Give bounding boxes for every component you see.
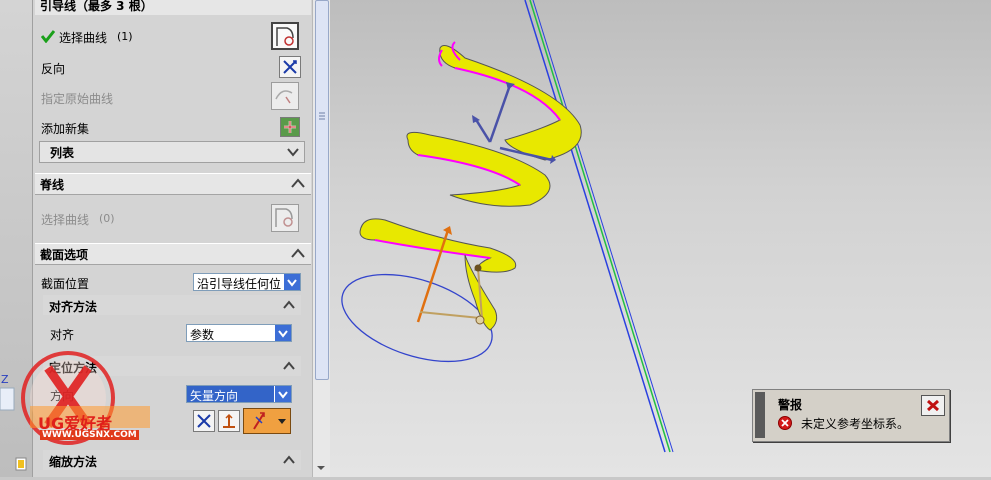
watermark-stamp-icon [21, 351, 150, 445]
check-icon [41, 30, 55, 43]
align-select[interactable]: 参数 [186, 324, 292, 342]
vector-reverse-button[interactable] [193, 410, 215, 432]
align-method-header[interactable]: 对齐方法 [43, 295, 301, 315]
chevron-up-icon [291, 178, 305, 188]
scroll-down-icon[interactable] [316, 463, 326, 473]
helix-ribbon [359, 41, 582, 331]
watermark-logo: UG爱好者 WWW.UGSNX.COM [0, 350, 190, 460]
section-position-select[interactable]: 沿引导线任何位 [193, 273, 301, 291]
origin-curve-icon [275, 90, 293, 104]
align-value: 参数 [190, 328, 215, 342]
chevron-up-icon [283, 455, 295, 464]
section-position-value: 沿引导线任何位 [197, 277, 282, 291]
align-label: 对齐 [50, 328, 75, 342]
curve-select-icon [275, 208, 293, 227]
chevron-down-icon [283, 274, 300, 290]
specify-origin-curve-button[interactable] [271, 82, 299, 110]
vector-constructor-dropdown[interactable] [243, 408, 291, 434]
guide-select-curve-count: (1) [117, 30, 133, 43]
watermark-url: WWW.UGSNX.COM [40, 430, 139, 440]
panel-scrollbar[interactable] [312, 0, 330, 477]
list-label: 列表 [50, 146, 75, 160]
alert-grip[interactable] [755, 392, 765, 438]
chevron-down-icon [287, 148, 299, 157]
vector-constructor-icon [253, 412, 286, 430]
guide-section-title: 引导线（最多 3 根） [40, 0, 153, 13]
section-position-label: 截面位置 [41, 277, 90, 291]
guide-section-header[interactable]: 引导线（最多 3 根） [35, 0, 311, 16]
chevron-down-icon [274, 325, 291, 341]
guide-curve-select-button[interactable] [271, 22, 299, 50]
grip-icon [319, 112, 325, 120]
error-icon [778, 416, 792, 430]
section-options-header[interactable]: 截面选项 [35, 243, 311, 265]
add-set-icon [284, 121, 296, 133]
alert-title: 警报 [778, 398, 803, 412]
scrollbar-thumb[interactable] [315, 0, 329, 380]
reverse-label: 反向 [41, 62, 66, 76]
section-options-title: 截面选项 [40, 248, 89, 262]
spine-select-curve-count: (0) [99, 212, 115, 225]
guide-section-body: 选择曲线 (1) 反向 指定原始曲线 添加新集 列表 [35, 15, 311, 165]
alert-close-button[interactable] [921, 395, 945, 416]
chevron-up-icon [283, 300, 295, 309]
alert-message: 未定义参考坐标系。 [801, 417, 910, 431]
align-method-title: 对齐方法 [49, 300, 98, 314]
chevron-up-icon [291, 248, 305, 258]
vector-origin-button[interactable] [218, 410, 240, 432]
curve-select-icon [276, 27, 294, 46]
reverse-direction-icon [283, 60, 297, 74]
vector-origin-icon [223, 413, 235, 428]
specify-origin-curve-label: 指定原始曲线 [41, 92, 114, 106]
chevron-down-icon [274, 386, 291, 402]
axis-line-blue-2 [532, 0, 674, 453]
alert-popup: 警报 未定义参考坐标系。 [752, 389, 950, 442]
orient-direction-value: 矢量方向 [190, 389, 239, 403]
list-toggle[interactable]: 列表 [39, 141, 305, 163]
spine-curve-select-button[interactable] [271, 204, 299, 232]
reverse-direction-icon [197, 414, 211, 428]
reverse-direction-button[interactable] [279, 56, 301, 78]
close-icon [926, 399, 940, 412]
axis-line-blue [524, 0, 666, 453]
orient-direction-select[interactable]: 矢量方向 [186, 385, 292, 403]
spine-section-title: 脊线 [40, 178, 65, 192]
spine-section-header[interactable]: 脊线 [35, 173, 311, 195]
chevron-up-icon [283, 361, 295, 370]
spine-select-curve-label: 选择曲线 [41, 213, 90, 227]
axis-line-green [529, 0, 671, 453]
add-new-set-button[interactable] [280, 117, 300, 137]
add-new-set-label: 添加新集 [41, 122, 90, 136]
guide-select-curve-label: 选择曲线 [59, 31, 108, 45]
